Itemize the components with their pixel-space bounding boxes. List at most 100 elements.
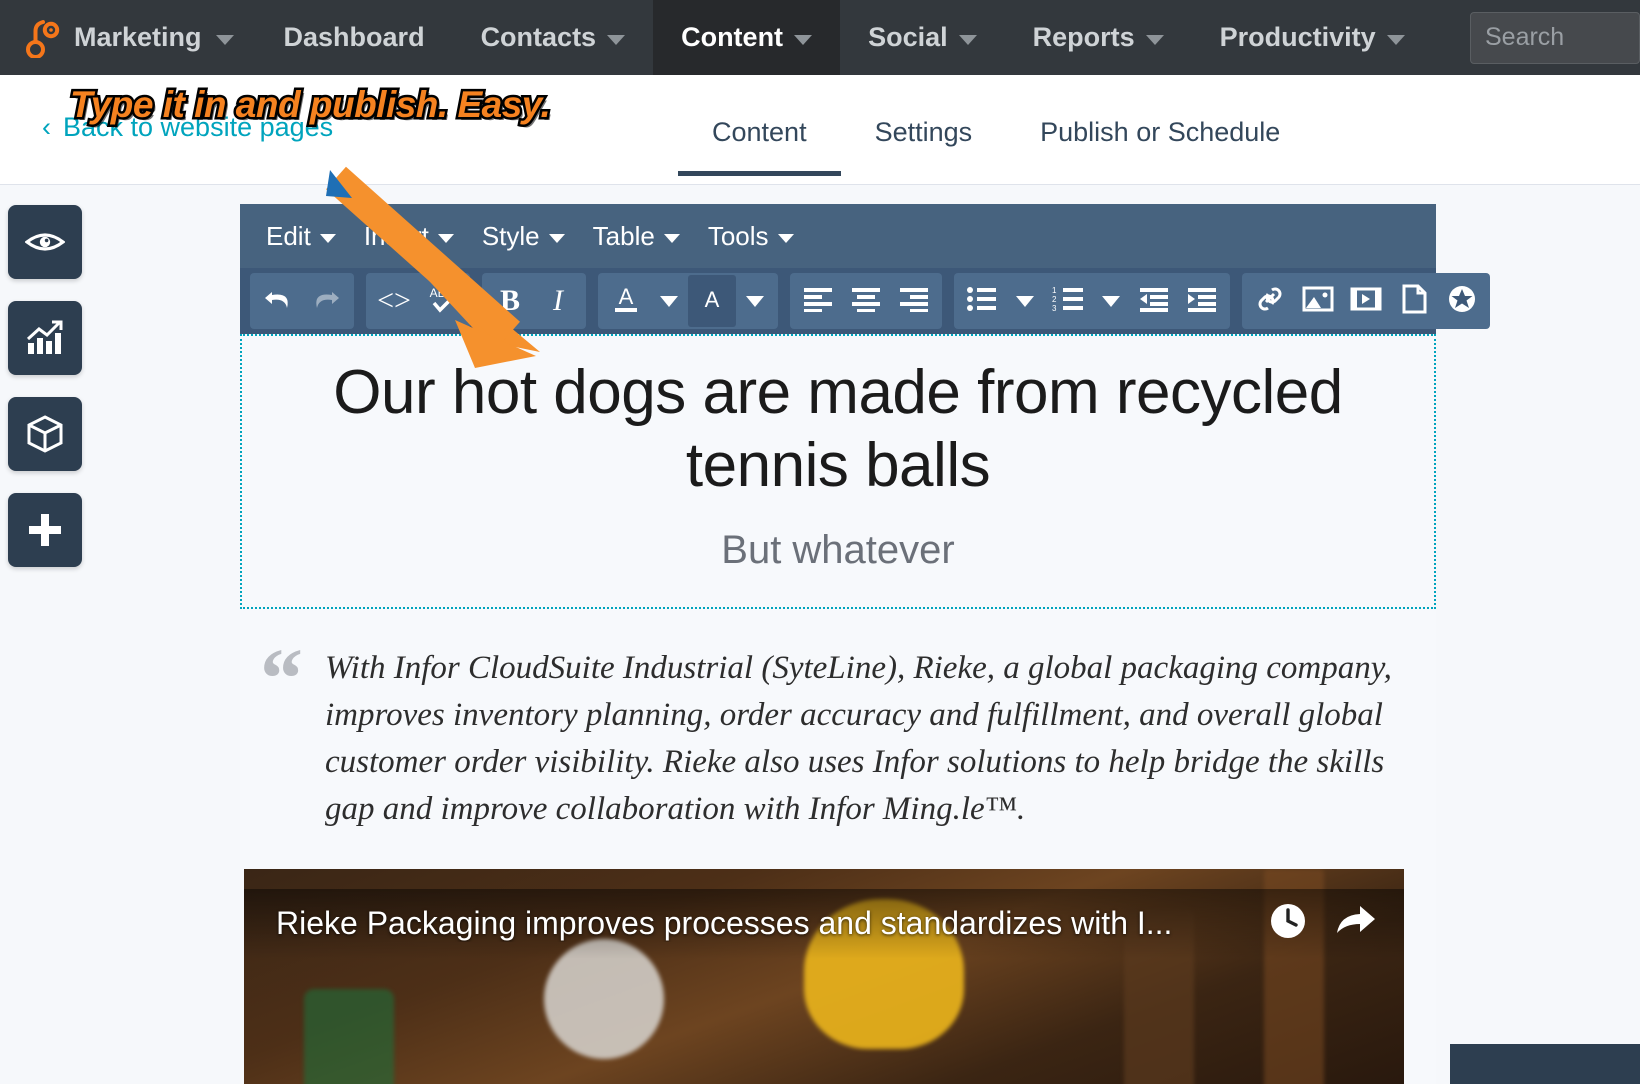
chevron-down-icon xyxy=(215,35,234,45)
hero-subheading[interactable]: But whatever xyxy=(268,528,1408,573)
menu-style[interactable]: Style xyxy=(470,215,577,258)
video-title: Rieke Packaging improves processes and s… xyxy=(276,905,1173,942)
chevron-down-icon xyxy=(607,35,626,45)
image-icon xyxy=(1302,285,1334,318)
left-tool-rail xyxy=(8,205,82,589)
indent-button[interactable] xyxy=(1178,275,1226,327)
chevron-down-icon xyxy=(777,234,794,243)
menu-insert[interactable]: Insert xyxy=(352,215,466,258)
insert-image-button[interactable] xyxy=(1294,275,1342,327)
insert-cta-button[interactable] xyxy=(1438,275,1486,327)
redo-icon xyxy=(311,286,341,317)
bullet-list-icon xyxy=(966,286,998,317)
nav-item-label: Dashboard xyxy=(283,22,425,52)
indent-icon xyxy=(1186,286,1218,317)
outdent-button[interactable] xyxy=(1130,275,1178,327)
chevron-down-icon xyxy=(1386,35,1405,45)
chevron-down-icon xyxy=(548,234,565,243)
editor-toolbar: <> ABC B I A A 1 2 3 xyxy=(240,268,1490,334)
blockquote-module[interactable]: “ With Infor CloudSuite Industrial (Syte… xyxy=(240,609,1436,842)
nav-item-social[interactable]: Social xyxy=(840,0,1005,75)
align-right-icon xyxy=(898,286,930,317)
chevron-down-icon[interactable] xyxy=(660,295,678,307)
insert-video-button[interactable] xyxy=(1342,275,1390,327)
source-code-button[interactable]: <> xyxy=(370,275,418,327)
chevron-down-icon xyxy=(319,234,336,243)
hero-text-module[interactable]: Our hot dogs are made from recycled tenn… xyxy=(240,334,1436,610)
toolbar-group-source-spell: <> ABC xyxy=(366,273,470,329)
tab-label: Content xyxy=(712,117,807,147)
share-button[interactable] xyxy=(1334,903,1378,944)
rail-button-analytics[interactable] xyxy=(8,301,82,375)
nav-item-label: Social xyxy=(868,22,948,52)
insert-link-button[interactable] xyxy=(1246,275,1294,327)
blockquote-text[interactable]: With Infor CloudSuite Industrial (SyteLi… xyxy=(325,645,1402,832)
italic-button[interactable]: I xyxy=(534,275,582,327)
nav-item-productivity[interactable]: Productivity xyxy=(1192,0,1433,75)
embedded-video-player[interactable]: Rieke Packaging improves processes and s… xyxy=(244,868,1404,1084)
menu-label: Tools xyxy=(707,220,769,251)
redo-button[interactable] xyxy=(302,275,350,327)
align-center-button[interactable] xyxy=(842,275,890,327)
chevron-down-icon xyxy=(1145,35,1164,45)
nav-item-dashboard[interactable]: Dashboard xyxy=(256,0,453,75)
editor-canvas: Our hot dogs are made from recycled tenn… xyxy=(240,334,1436,1084)
brand-label: Marketing xyxy=(74,22,202,52)
chevron-down-icon[interactable] xyxy=(746,295,764,307)
chart-growth-icon xyxy=(25,319,65,357)
background-color-icon: A xyxy=(697,284,727,319)
page-subheader: ‹ Back to website pages Content Settings… xyxy=(0,75,1640,185)
brand-home-link[interactable]: Marketing xyxy=(0,0,256,75)
hero-heading[interactable]: Our hot dogs are made from recycled tenn… xyxy=(268,356,1408,502)
rail-button-add[interactable] xyxy=(8,493,82,567)
chevron-down-icon xyxy=(437,234,454,243)
tab-content[interactable]: Content xyxy=(678,105,841,176)
box-module-icon xyxy=(26,414,64,454)
chevron-down-icon xyxy=(958,35,977,45)
spellcheck-button[interactable]: ABC xyxy=(418,275,466,327)
toolbar-group-colors: A A xyxy=(598,273,778,329)
align-left-icon xyxy=(802,286,834,317)
tab-settings[interactable]: Settings xyxy=(841,105,1007,176)
text-color-icon: A xyxy=(610,282,642,321)
background-color-button[interactable]: A xyxy=(688,275,736,327)
back-to-website-pages-link[interactable]: ‹ Back to website pages xyxy=(42,112,333,143)
rail-button-modules[interactable] xyxy=(8,397,82,471)
bullet-list-button[interactable] xyxy=(958,275,1006,327)
bottom-right-panel xyxy=(1450,1044,1640,1084)
chevron-down-icon[interactable] xyxy=(1016,295,1034,307)
chevron-down-icon[interactable] xyxy=(1102,295,1120,307)
svg-text:A: A xyxy=(619,284,634,309)
tab-publish-or-schedule[interactable]: Publish or Schedule xyxy=(1006,105,1314,176)
toolbar-group-lists-indent: 1 2 3 xyxy=(954,273,1230,329)
bold-button[interactable]: B xyxy=(486,275,534,327)
watch-later-button[interactable] xyxy=(1268,901,1308,946)
nav-item-label: Reports xyxy=(1032,22,1135,52)
menu-edit[interactable]: Edit xyxy=(254,215,348,258)
numbered-list-button[interactable]: 1 2 3 xyxy=(1044,275,1092,327)
menu-label: Style xyxy=(481,220,540,251)
nav-item-reports[interactable]: Reports xyxy=(1005,0,1192,75)
chevron-down-icon xyxy=(663,234,680,243)
nav-item-contacts[interactable]: Contacts xyxy=(453,0,654,75)
align-center-icon xyxy=(850,286,882,317)
undo-button[interactable] xyxy=(254,275,302,327)
nav-item-content[interactable]: Content xyxy=(653,0,841,75)
align-right-button[interactable] xyxy=(890,275,938,327)
nav-item-label: Contacts xyxy=(480,22,597,52)
insert-document-button[interactable] xyxy=(1390,275,1438,327)
search-placeholder: Search xyxy=(1485,23,1565,51)
undo-icon xyxy=(263,286,293,317)
menu-table[interactable]: Table xyxy=(581,215,692,258)
numbered-list-icon: 1 2 3 xyxy=(1051,286,1085,317)
bold-icon: B xyxy=(499,284,520,317)
rail-button-preview[interactable] xyxy=(8,205,82,279)
search-input[interactable]: Search xyxy=(1470,11,1640,64)
menu-tools[interactable]: Tools xyxy=(696,215,806,258)
eye-icon xyxy=(25,228,65,256)
align-left-button[interactable] xyxy=(794,275,842,327)
clock-icon xyxy=(1268,901,1308,946)
text-color-button[interactable]: A xyxy=(602,275,650,327)
tab-label: Publish or Schedule xyxy=(1040,117,1281,147)
hubspot-sprocket-icon xyxy=(26,18,60,59)
